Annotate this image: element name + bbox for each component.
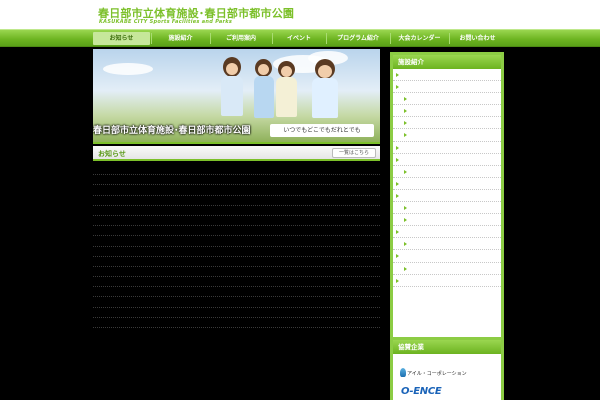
sidebar-item[interactable] [393, 142, 501, 154]
nav-item-news[interactable]: お知らせ [93, 32, 150, 45]
sidebar-item[interactable] [393, 178, 501, 190]
sidebar-subitem[interactable] [393, 105, 501, 118]
nav-item-programs[interactable]: プログラム紹介 [327, 32, 389, 45]
sidebar-item[interactable] [393, 275, 501, 287]
news-item [93, 318, 380, 328]
hero-caption: 春日部市立体育施設･春日部市都市公園 [93, 126, 251, 136]
hero-cloud [103, 63, 153, 75]
sidebar-item[interactable] [393, 250, 501, 263]
sidebar-subitem[interactable] [393, 117, 501, 130]
news-item [93, 206, 380, 216]
sponsor-logo-icon [400, 368, 406, 377]
news-item [93, 308, 380, 318]
sidebar-subitem[interactable] [393, 93, 501, 106]
sidebar-title: 施設紹介 [393, 55, 501, 69]
site-header: 春日部市立体育施設･春日部市都市公園 KASUKABE CITY Sports … [0, 0, 600, 29]
news-item [93, 226, 380, 237]
sponsor-banner[interactable]: O-ENCE [401, 386, 442, 397]
news-item [93, 247, 380, 257]
news-item [93, 277, 380, 288]
news-section-title: お知らせ [98, 150, 126, 158]
nav-item-events[interactable]: イベント [273, 32, 325, 45]
news-item [93, 175, 380, 186]
nav-item-calendar[interactable]: 大会カレンダー [391, 32, 448, 45]
sidebar-item[interactable] [393, 226, 501, 239]
sidebar-item[interactable] [393, 69, 501, 82]
news-item [93, 236, 380, 247]
nav-item-contact[interactable]: お問い合わせ [450, 32, 505, 45]
news-item [93, 287, 380, 298]
global-nav: お知らせ 施設紹介 ご利用案内 イベント プログラム紹介 大会カレンダー お問い… [0, 29, 600, 47]
sidebar-subitem[interactable] [393, 166, 501, 178]
sidebar-item[interactable] [393, 81, 501, 94]
news-item [93, 267, 380, 278]
news-item [93, 165, 380, 176]
news-item [93, 196, 380, 206]
hero-tagline: いつでもどこでもだれとでも [270, 124, 374, 137]
sidebar-item[interactable] [393, 190, 501, 203]
sidebar-subitem[interactable] [393, 263, 501, 275]
sidebar-subitem[interactable] [393, 202, 501, 215]
news-list [93, 165, 380, 328]
sidebar-subitem[interactable] [393, 238, 501, 251]
nav-item-guide[interactable]: ご利用案内 [211, 32, 271, 45]
site-subtitle: KASUKABE CITY Sports Facilities and Park… [99, 19, 233, 25]
sidebar-sponsors: 協賛企業 アイル・コーポレーション O-ENCE [390, 337, 504, 400]
news-item [93, 297, 380, 308]
sponsors-title: 協賛企業 [393, 340, 501, 354]
sidebar-item[interactable] [393, 154, 501, 166]
nav-item-facilities[interactable]: 施設紹介 [152, 32, 209, 45]
news-item [93, 185, 380, 196]
news-section-header: お知らせ 一覧はこちら [93, 146, 380, 161]
news-item [93, 257, 380, 267]
news-item [93, 216, 380, 227]
sidebar-subitem[interactable] [393, 214, 501, 227]
news-more-button[interactable]: 一覧はこちら [332, 148, 376, 158]
sidebar-subitem[interactable] [393, 129, 501, 142]
sponsor-banner[interactable]: アイル・コーポレーション [407, 370, 467, 377]
sidebar-facility-menu: 施設紹介 [390, 52, 504, 342]
hero-banner: 春日部市立体育施設･春日部市都市公園 いつでもどこでもだれとでも [93, 49, 380, 144]
